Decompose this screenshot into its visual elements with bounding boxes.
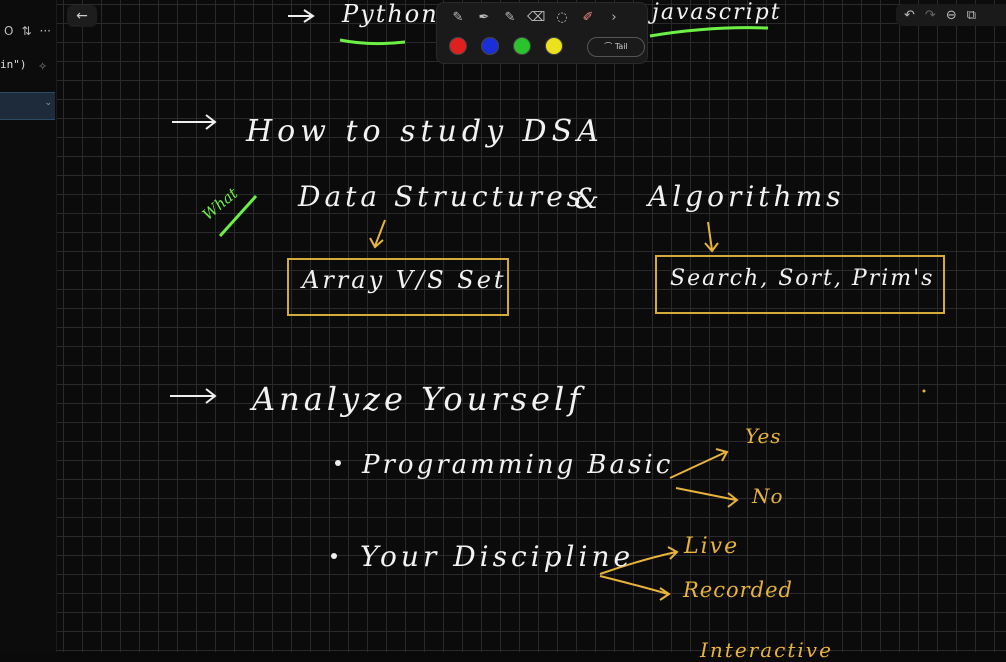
color-green-swatch[interactable] bbox=[513, 37, 531, 55]
copy-icon[interactable]: ⧉ bbox=[967, 8, 976, 23]
javascript-text: javascript bbox=[652, 0, 782, 25]
search-sort-text: Search, Sort, Prim's bbox=[670, 266, 935, 291]
code-snippet: in") bbox=[0, 58, 27, 71]
pen-toolbar: ✎ ✒ ✎ ⌫ ◌ ✐ › ⌒ Tail bbox=[436, 2, 648, 64]
sort-icon[interactable]: ⇅ bbox=[21, 24, 31, 38]
lasso-icon[interactable]: ◌ bbox=[553, 9, 571, 27]
recorded-text: Recorded bbox=[683, 578, 793, 602]
back-button[interactable]: ← bbox=[67, 5, 97, 27]
array-set-text: Array V/S Set bbox=[302, 266, 507, 294]
color-blue-swatch[interactable] bbox=[481, 37, 499, 55]
laser-pointer-icon[interactable]: ✐ bbox=[579, 9, 597, 27]
eraser-icon[interactable]: ⌫ bbox=[527, 9, 545, 27]
zoom-out-icon[interactable]: ⊖ bbox=[946, 8, 957, 23]
ampersand-text: & bbox=[574, 182, 605, 215]
interactive-text: Interactive bbox=[700, 638, 833, 662]
color-yellow-swatch[interactable] bbox=[545, 37, 563, 55]
yes-text: Yes bbox=[745, 424, 782, 448]
redo-icon[interactable]: ↷ bbox=[925, 8, 936, 23]
more-icon[interactable]: ··· bbox=[40, 24, 51, 38]
python-text: Python bbox=[342, 0, 439, 28]
data-structures-text: Data Structures bbox=[298, 180, 586, 213]
wave-icon: ⌒ bbox=[604, 42, 613, 51]
undo-icon[interactable]: ↶ bbox=[904, 8, 915, 23]
sparkle-icon[interactable]: ✧ bbox=[38, 60, 47, 73]
right-toolbar: ↶ ↷ ⊖ ⧉ bbox=[896, 4, 1006, 26]
heading-study-dsa: How to study DSA bbox=[246, 114, 604, 149]
marker-icon[interactable]: ✎ bbox=[501, 9, 519, 27]
no-text: No bbox=[752, 484, 784, 508]
tail-label: Tail bbox=[614, 42, 628, 51]
heading-analyze: Analyze Yourself bbox=[252, 380, 585, 418]
your-discipline-text: Your Discipline bbox=[360, 540, 635, 573]
live-text: Live bbox=[684, 534, 740, 559]
algorithms-text: Algorithms bbox=[648, 180, 845, 213]
status-icon[interactable]: O bbox=[4, 24, 13, 38]
color-red-swatch[interactable] bbox=[449, 37, 467, 55]
tail-toggle-button[interactable]: ⌒ Tail bbox=[587, 37, 645, 57]
programming-basic-text: Programming Basic bbox=[362, 450, 674, 480]
chevron-right-icon[interactable]: › bbox=[605, 9, 623, 27]
pencil-icon[interactable]: ✎ bbox=[449, 9, 467, 27]
selected-row[interactable]: ⌄ bbox=[0, 92, 55, 120]
pen-icon[interactable]: ✒ bbox=[475, 9, 493, 27]
left-editor-panel: O ⇅ ··· in") ✧ ⌄ bbox=[0, 0, 57, 652]
chevron-down-icon: ⌄ bbox=[44, 98, 52, 108]
